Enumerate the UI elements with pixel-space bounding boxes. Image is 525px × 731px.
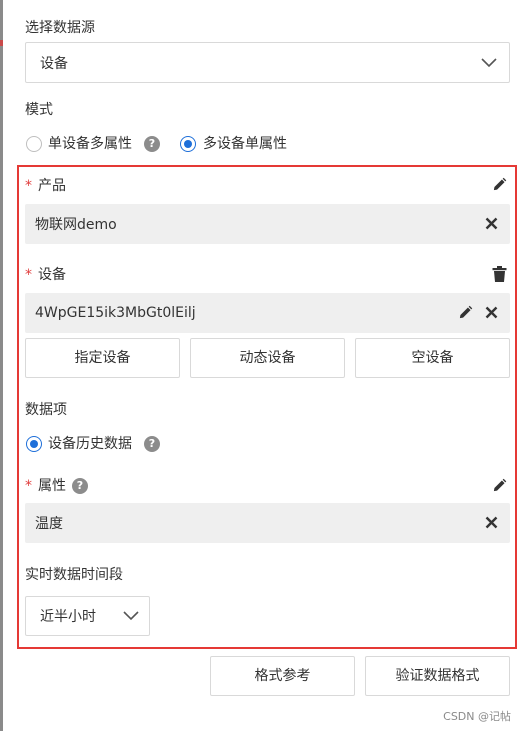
attribute-label: * 属性 [25, 476, 66, 496]
format-reference-button[interactable]: 格式参考 [210, 656, 355, 696]
datasource-label: 选择数据源 [25, 20, 95, 36]
watermark: CSDN @记帖 [443, 710, 511, 723]
pencil-icon[interactable] [492, 478, 507, 493]
pencil-icon[interactable] [458, 305, 473, 320]
mode-label: 模式 [25, 102, 53, 118]
product-label-text: 产品 [38, 178, 66, 194]
specify-device-button[interactable]: 指定设备 [25, 338, 180, 378]
window-edge-marker [0, 40, 3, 46]
mode-option-multi-device[interactable]: 多设备单属性 [203, 134, 287, 154]
datasource-value: 设备 [40, 55, 68, 72]
attribute-field[interactable]: 温度 [25, 503, 510, 543]
device-field[interactable]: 4WpGE15ik3MbGt0lEilj [25, 293, 510, 333]
device-label-text: 设备 [38, 267, 66, 283]
chevron-down-icon [481, 57, 497, 68]
data-items-radio-history[interactable] [26, 436, 42, 452]
device-label: * 设备 [25, 265, 66, 285]
help-icon[interactable]: ? [72, 478, 88, 494]
realtime-label: 实时数据时间段 [25, 567, 123, 583]
required-mark: * [25, 178, 32, 194]
product-field[interactable]: 物联网demo [25, 204, 510, 244]
required-mark: * [25, 267, 32, 283]
empty-device-button[interactable]: 空设备 [355, 338, 510, 378]
help-icon[interactable]: ? [144, 136, 160, 152]
realtime-period-select[interactable]: 近半小时 [25, 596, 150, 636]
mode-option-single-device[interactable]: 单设备多属性 [48, 134, 132, 154]
validate-data-format-button[interactable]: 验证数据格式 [365, 656, 510, 696]
product-label: * 产品 [25, 176, 66, 196]
data-items-label: 数据项 [25, 402, 67, 418]
trash-icon[interactable] [492, 266, 507, 282]
realtime-period-value: 近半小时 [40, 609, 96, 625]
dynamic-device-button[interactable]: 动态设备 [190, 338, 345, 378]
attribute-value: 温度 [35, 516, 63, 532]
chevron-down-icon [123, 611, 139, 621]
close-icon[interactable] [485, 306, 498, 319]
mode-radio-multi-device[interactable] [180, 136, 196, 152]
mode-radio-single-device[interactable] [26, 136, 42, 152]
window-edge [0, 0, 3, 731]
datasource-select[interactable]: 设备 [25, 42, 510, 83]
product-value: 物联网demo [35, 217, 117, 233]
required-mark: * [25, 478, 32, 494]
close-icon[interactable] [485, 217, 498, 230]
help-icon[interactable]: ? [144, 436, 160, 452]
pencil-icon[interactable] [492, 177, 507, 192]
close-icon[interactable] [485, 516, 498, 529]
device-value: 4WpGE15ik3MbGt0lEilj [35, 305, 196, 321]
data-items-option-history[interactable]: 设备历史数据 [48, 434, 132, 454]
attribute-label-text: 属性 [38, 478, 66, 494]
